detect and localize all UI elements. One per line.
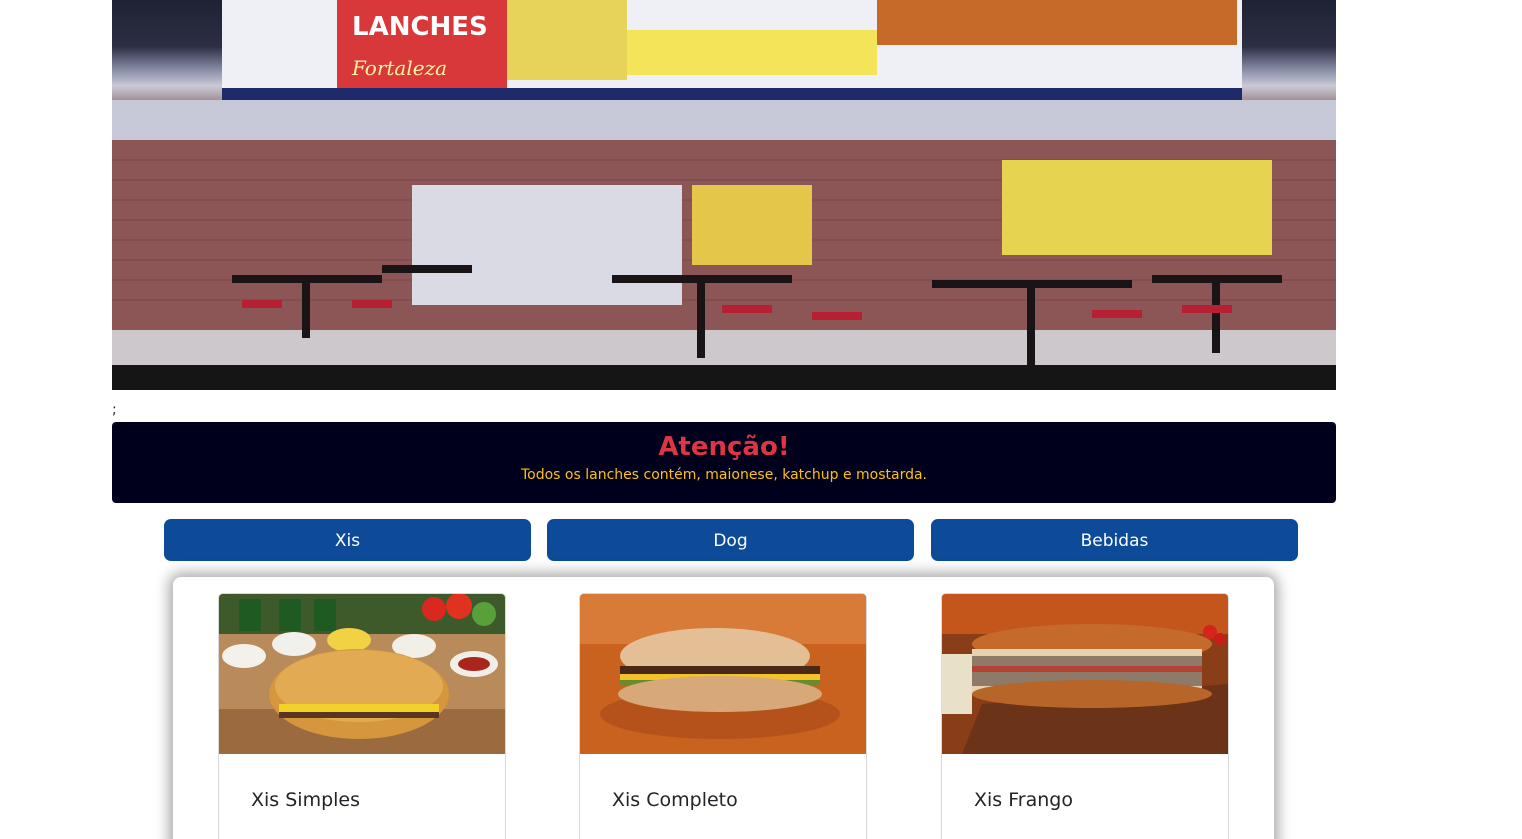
product-title: Xis Completo [612,789,738,811]
storefront-illustration: LANCHES Fortaleza [112,0,1336,390]
product-image [219,594,505,754]
product-image [942,594,1228,754]
alert-banner: Atenção! Todos os lanches contém, maione… [112,422,1336,503]
storefront-image: LANCHES Fortaleza [112,0,1336,390]
product-title: Xis Frango [974,789,1073,811]
page: LANCHES Fortaleza ; Atenção! Todos os la… [0,0,1522,839]
products-panel: Xis Simples Xis Completo Xis Frango [173,577,1274,839]
alert-text: Todos os lanches contém, maionese, katch… [520,467,928,483]
stray-text: ; [112,402,117,418]
alert-title: Atenção! [658,432,790,462]
product-card-xis-completo[interactable]: Xis Completo [579,593,867,839]
product-title: Xis Simples [251,789,361,811]
category-button-bebidas[interactable]: Bebidas [931,519,1298,561]
category-button-dog[interactable]: Dog [547,519,914,561]
product-card-xis-frango[interactable]: Xis Frango [941,593,1229,839]
sign-subtext: Fortaleza [351,56,447,80]
sign-text: LANCHES [352,12,488,42]
product-card-xis-simples[interactable]: Xis Simples [218,593,506,839]
category-button-xis[interactable]: Xis [164,519,531,561]
product-image [580,594,866,754]
